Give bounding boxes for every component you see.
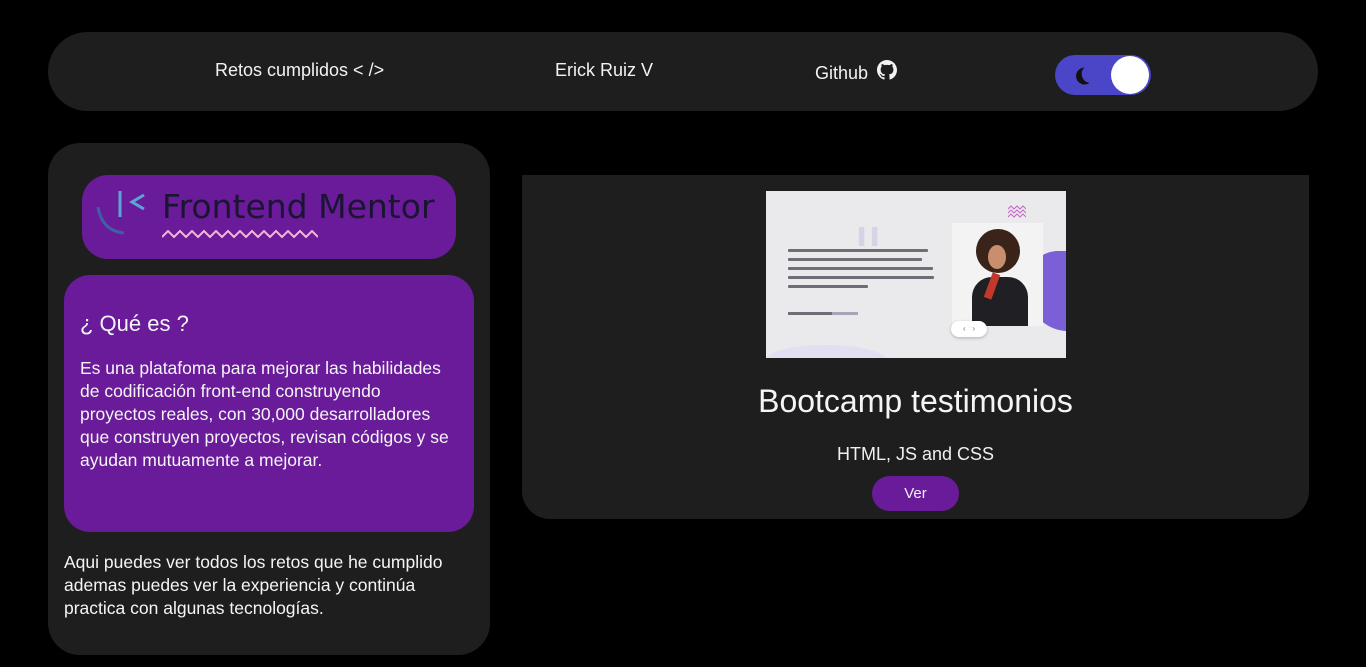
zigzag-decoration <box>162 229 318 239</box>
frontend-mentor-mark-icon <box>96 191 145 235</box>
que-es-card: ¿ Qué es ? Es una platafoma para mejorar… <box>64 275 474 532</box>
preview-author-role-line <box>832 312 858 315</box>
project-card: " ‹ › Bootcamp testimonios HTML, JS and … <box>522 175 1309 519</box>
preview-person-photo <box>952 223 1043 326</box>
logo-text: Frontend Mentor <box>162 187 435 226</box>
que-es-description: Es una platafoma para mejorar las habili… <box>80 358 449 470</box>
toggle-knob <box>1111 56 1149 94</box>
top-navbar: Retos cumplidos < /> Erick Ruiz V Github <box>48 32 1318 111</box>
que-es-title: ¿ Qué es ? <box>80 311 189 336</box>
retos-description: Aqui puedes ver todos los retos que he c… <box>64 552 443 618</box>
nav-github-label: Github <box>815 63 869 83</box>
left-info-panel: Frontend Mentor ¿ Qué es ? Es una plataf… <box>48 143 490 655</box>
github-icon <box>877 60 898 80</box>
project-technologies: HTML, JS and CSS <box>836 444 995 464</box>
frontend-mentor-logo: Frontend Mentor <box>82 175 456 259</box>
preview-quote-text <box>788 249 938 294</box>
project-title: Bootcamp testimonios <box>758 383 1073 419</box>
project-preview-image: " ‹ › <box>766 191 1066 358</box>
moon-icon <box>1076 67 1090 85</box>
nav-author-link[interactable]: Erick Ruiz V <box>555 60 653 81</box>
nav-github-link[interactable]: Github <box>815 60 898 84</box>
ver-button[interactable]: Ver <box>872 476 959 511</box>
preview-curve-decoration <box>766 345 886 358</box>
nav-retos-cumplidos-link[interactable]: Retos cumplidos < /> <box>215 60 384 81</box>
preview-pattern-decoration <box>1008 205 1026 218</box>
preview-slider-arrows: ‹ › <box>951 321 987 337</box>
theme-toggle[interactable] <box>1055 55 1151 95</box>
